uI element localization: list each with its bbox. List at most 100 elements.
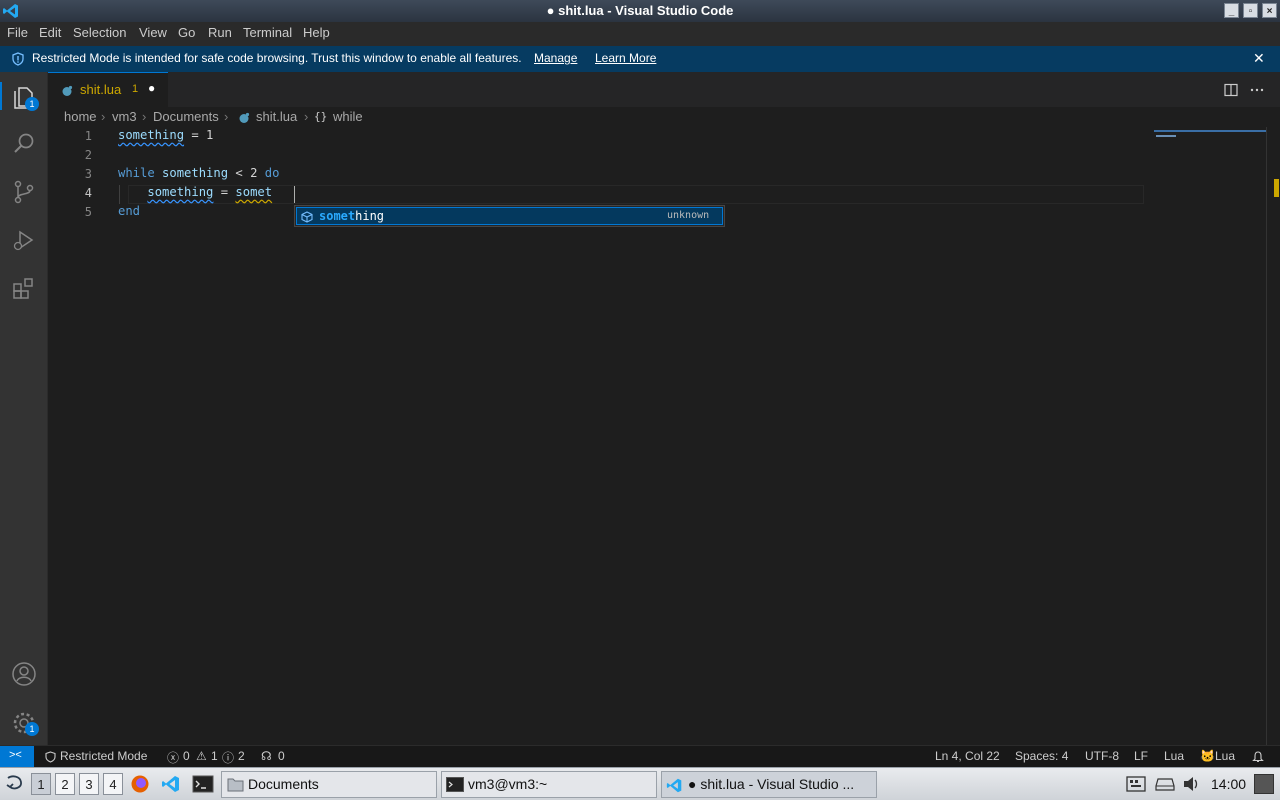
more-actions-icon[interactable] (1250, 88, 1264, 92)
window-titlebar[interactable]: ● shit.lua - Visual Studio Code _ ▫ × (0, 0, 1280, 22)
menu-selection[interactable]: Selection (73, 25, 126, 40)
tab-shit-lua[interactable]: shit.lua 1 ● (48, 72, 168, 107)
menu-view[interactable]: View (139, 25, 167, 40)
task-terminal[interactable]: vm3@vm3:~ (441, 771, 657, 798)
code-line-5: end (118, 204, 141, 218)
text-cursor (294, 186, 295, 203)
status-bar: >< Restricted Mode ⓧ 0 ⚠ 1 ⓘ 2 ☊ 0 Ln 4,… (0, 745, 1280, 767)
split-editor-icon[interactable] (1224, 83, 1238, 97)
chevron-right-icon: › (224, 109, 229, 124)
info-count[interactable]: 2 (238, 749, 245, 763)
suggestion-widget[interactable]: something unknown (294, 205, 725, 227)
workspace-1[interactable]: 1 (31, 773, 51, 795)
vscode-launcher-icon[interactable] (161, 774, 181, 794)
search-icon[interactable] (10, 130, 38, 158)
symbol-variable-icon (301, 211, 313, 223)
restricted-mode-banner: Restricted Mode is intended for safe cod… (0, 46, 1280, 72)
chevron-right-icon: › (142, 109, 147, 124)
error-count[interactable]: 0 (183, 749, 190, 763)
keyboard-layout-icon[interactable] (1126, 776, 1146, 792)
breadcrumb-documents[interactable]: Documents (153, 109, 219, 124)
menu-terminal[interactable]: Terminal (243, 25, 292, 40)
breadcrumb-file[interactable]: shit.lua (256, 109, 297, 124)
workspace-4[interactable]: 4 (103, 773, 123, 795)
active-indicator (0, 82, 2, 110)
close-window-button[interactable]: × (1262, 3, 1277, 18)
source-control-icon[interactable] (10, 178, 38, 206)
banner-close-button[interactable]: ✕ (1253, 50, 1265, 67)
warning-icon: ⚠ (196, 749, 207, 763)
task-documents[interactable]: Documents (221, 771, 437, 798)
task-vscode[interactable]: ● shit.lua - Visual Studio ... (661, 771, 877, 798)
menu-help[interactable]: Help (303, 25, 330, 40)
scrollbar-warning-marker (1274, 179, 1279, 197)
menu-edit[interactable]: Edit (39, 25, 61, 40)
ports-icon: ☊ (261, 749, 272, 763)
menu-run[interactable]: Run (208, 25, 232, 40)
network-drive-icon[interactable] (1155, 777, 1175, 791)
workspace-2[interactable]: 2 (55, 773, 75, 795)
line-number: 4 (84, 186, 92, 200)
start-menu-icon[interactable] (4, 774, 26, 794)
breadcrumb-vm3[interactable]: vm3 (112, 109, 137, 124)
lua-extension-status[interactable]: Lua (1215, 749, 1235, 763)
line-number: 3 (84, 167, 92, 181)
manage-link[interactable]: Manage (534, 51, 577, 65)
show-desktop-button[interactable] (1254, 774, 1274, 794)
tab-filename: shit.lua (80, 82, 122, 97)
tab-problem-count: 1 (132, 83, 139, 95)
account-icon[interactable] (10, 660, 38, 688)
current-line-highlight (128, 185, 1144, 204)
lua-file-icon (239, 112, 250, 123)
breadcrumb-home[interactable]: home (64, 109, 97, 124)
cat-icon: 🐱 (1200, 749, 1215, 763)
minimize-button[interactable]: _ (1224, 3, 1239, 18)
error-icon: ⓧ (167, 751, 180, 765)
language-mode[interactable]: Lua (1164, 749, 1184, 763)
window-title: ● shit.lua - Visual Studio Code (546, 3, 734, 18)
learn-more-link[interactable]: Learn More (595, 51, 656, 65)
line-number: 2 (84, 148, 92, 162)
terminal-launcher-icon[interactable] (192, 774, 214, 794)
settings-badge: 1 (25, 722, 39, 736)
run-debug-icon[interactable] (10, 226, 38, 254)
banner-message: Restricted Mode is intended for safe cod… (32, 51, 522, 65)
restricted-mode-status[interactable]: Restricted Mode (60, 749, 147, 763)
menubar: File Edit Selection View Go Run Terminal… (0, 22, 1280, 46)
line-number: 1 (84, 129, 92, 143)
vscode-icon (666, 778, 682, 793)
activity-bar: 1 1 (0, 72, 48, 745)
suggestion-type: unknown (667, 210, 710, 221)
volume-icon[interactable] (1182, 775, 1200, 793)
vertical-scrollbar[interactable] (1266, 127, 1280, 745)
tab-dirty-marker[interactable]: ● (148, 81, 155, 95)
chevron-right-icon: › (304, 109, 309, 124)
menu-go[interactable]: Go (178, 25, 195, 40)
suggestion-item[interactable]: something unknown (296, 207, 723, 225)
os-taskbar: 1 2 3 4 Documents vm3@vm3:~ ● shit.lua -… (0, 767, 1280, 800)
end-of-line[interactable]: LF (1134, 749, 1148, 763)
lua-file-icon (62, 85, 73, 96)
remote-indicator[interactable]: >< (0, 746, 34, 767)
warning-count[interactable]: 1 (211, 749, 218, 763)
workspace-3[interactable]: 3 (79, 773, 99, 795)
explorer-badge: 1 (25, 97, 39, 111)
folder-icon (227, 778, 244, 792)
info-icon: ⓘ (222, 751, 235, 765)
encoding[interactable]: UTF-8 (1085, 749, 1119, 763)
menu-file[interactable]: File (7, 25, 28, 40)
breadcrumb-symbol[interactable]: while (333, 109, 363, 124)
shield-icon (45, 751, 56, 763)
notifications-bell-icon[interactable] (1252, 751, 1264, 763)
indentation[interactable]: Spaces: 4 (1015, 749, 1068, 763)
ports-count[interactable]: 0 (278, 749, 285, 763)
clock[interactable]: 14:00 (1211, 776, 1246, 792)
extensions-icon[interactable] (10, 274, 38, 302)
firefox-icon[interactable] (130, 774, 150, 794)
minimap-top-line (1154, 130, 1280, 132)
cursor-position[interactable]: Ln 4, Col 22 (935, 749, 1000, 763)
breadcrumb: home › vm3 › Documents › shit.lua › {} w… (48, 107, 1280, 127)
maximize-button[interactable]: ▫ (1243, 3, 1258, 18)
remote-icon: >< (9, 749, 22, 761)
terminal-icon (446, 777, 464, 792)
